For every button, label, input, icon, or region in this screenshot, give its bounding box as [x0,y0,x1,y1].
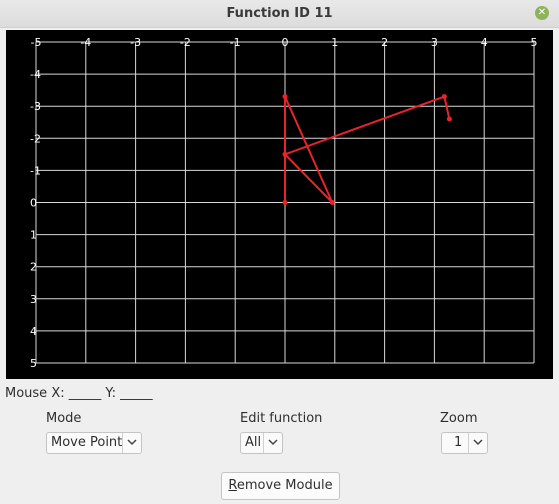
zoom-label: Zoom [440,411,478,426]
mode-select[interactable]: Move Point [46,432,142,454]
x-tick-label: 3 [431,36,438,49]
y-tick-label: 2 [30,261,37,274]
y-tick-label: -2 [30,132,41,145]
chevron-down-icon [122,433,141,453]
y-tick-label: -3 [30,100,41,113]
x-tick-label: 1 [331,36,338,49]
y-tick-label: 1 [30,229,37,242]
x-tick-label: 5 [531,36,538,49]
y-tick-label: 5 [30,357,37,370]
zoom-value: 1 [454,435,463,450]
window-title: Function ID 11 [226,6,333,21]
edit-function-select[interactable]: All [240,432,283,454]
edit-function-value: All [245,435,262,450]
remove-button-label: emove Module [236,478,333,493]
y-tick-label: -1 [30,164,41,177]
function-point [446,116,452,122]
mouse-coordinates: Mouse X: _____ Y: _____ [5,386,153,401]
function-point [441,94,447,100]
function-point [329,200,335,205]
y-tick-label: 4 [30,325,37,338]
x-tick-label: -2 [180,36,191,49]
x-tick-label: -5 [31,36,42,49]
remove-button-mnemonic: R [228,478,237,493]
zoom-select[interactable]: 1 [441,432,488,454]
plot-canvas[interactable]: -5 -4 -3 -2 -1 0 1 2 3 4 5 -4 -3 -2 -1 0 1 2 3 4 5 [6,30,553,379]
chevron-down-icon [263,433,282,453]
function-point [282,151,288,157]
function-plot[interactable]: -5 -4 -3 -2 -1 0 1 2 3 4 5 -4 -3 -2 -1 0 1 2 3 4 5 [6,30,553,379]
title-bar: Function ID 11 ✕ [0,0,559,28]
x-tick-label: 4 [481,36,488,49]
edit-function-label: Edit function [240,411,323,426]
mouse-y-value: _____ [120,386,153,401]
x-tick-label: 2 [381,36,388,49]
mode-value: Move Point [51,435,123,450]
mouse-x-value: _____ [68,386,102,401]
chevron-down-icon [468,433,487,453]
x-tick-label: -1 [230,36,241,49]
x-tick-label: -3 [130,36,141,49]
y-tick-label: 3 [30,293,37,306]
function-line [283,95,451,204]
mode-label: Mode [46,411,82,426]
close-icon[interactable]: ✕ [535,6,549,20]
x-tick-label: -4 [80,36,91,49]
function-point [282,94,288,100]
x-tick-label: 0 [282,36,289,49]
y-tick-label: -4 [30,68,41,81]
mouse-y-label: Y: [105,386,116,401]
remove-module-button[interactable]: Remove Module [221,472,340,500]
y-tick-label: 0 [30,197,37,210]
function-point [282,200,288,205]
mouse-x-label: Mouse X: [5,386,65,401]
